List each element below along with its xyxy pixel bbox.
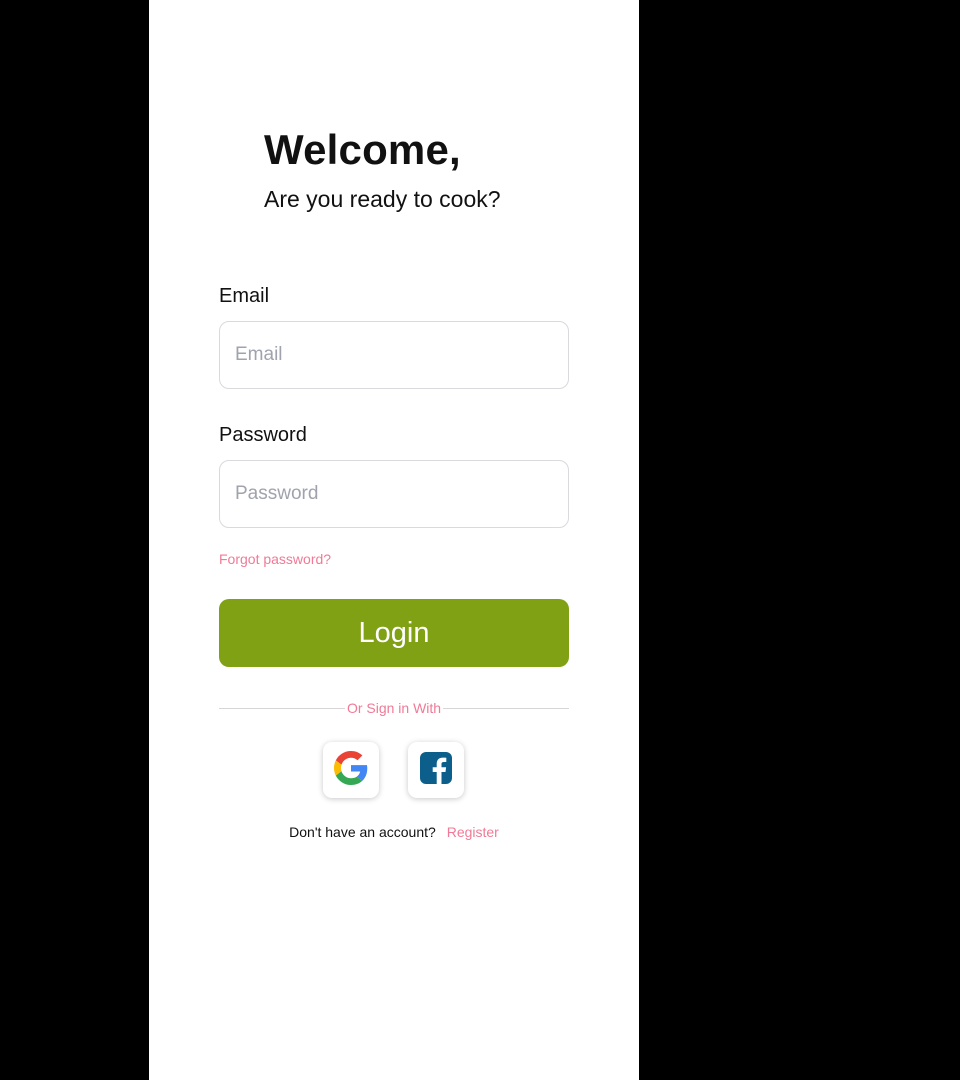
forgot-password-link[interactable]: Forgot password?	[219, 551, 331, 567]
facebook-icon	[420, 751, 452, 789]
email-label: Email	[219, 285, 270, 307]
google-signin-button[interactable]	[323, 742, 379, 798]
login-screen: Welcome, Are you ready to cook? Email Pa…	[149, 0, 639, 1080]
register-question: Don't have an account?	[289, 824, 436, 840]
divider-text: Or Sign in With	[346, 700, 442, 716]
divider-line-left	[219, 707, 345, 709]
register-prompt: Don't have an account? Register	[149, 824, 639, 840]
password-field[interactable]	[219, 460, 569, 528]
register-link[interactable]: Register	[447, 824, 499, 840]
facebook-signin-button[interactable]	[408, 742, 464, 798]
divider-line-right	[443, 707, 570, 709]
login-button[interactable]: Login	[219, 599, 569, 667]
page-title: Welcome,	[264, 126, 461, 173]
password-label: Password	[219, 424, 307, 446]
page-subtitle: Are you ready to cook?	[264, 186, 501, 212]
social-divider: Or Sign in With	[219, 698, 570, 718]
google-icon	[334, 750, 368, 790]
email-field[interactable]	[219, 321, 569, 389]
